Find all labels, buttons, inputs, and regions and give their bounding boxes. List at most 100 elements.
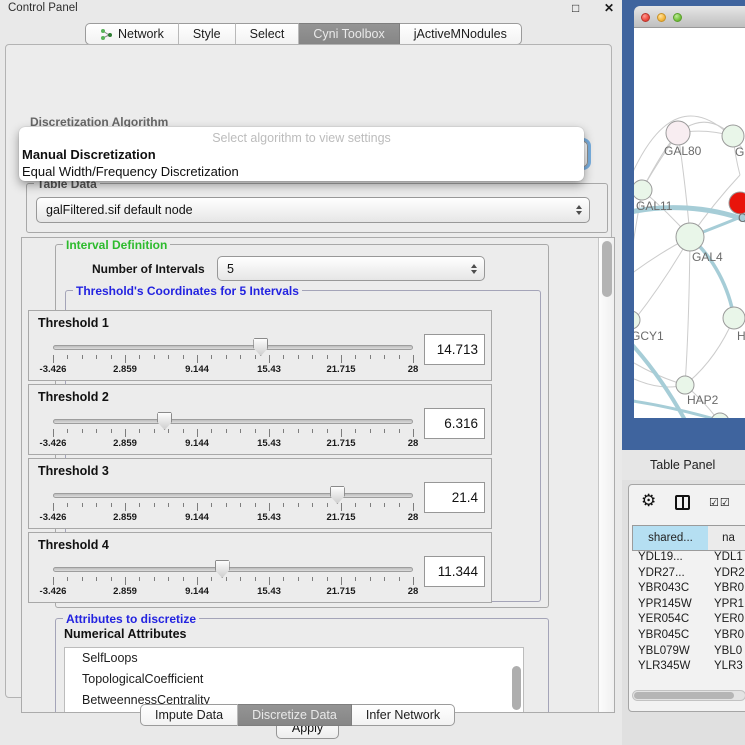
slider-tick	[211, 577, 212, 581]
tab-cyni-toolbox[interactable]: Cyni Toolbox	[299, 23, 399, 45]
slider-tick-label: 15.43	[257, 586, 281, 597]
dropdown-placeholder-item: Select algorithm to view settings	[19, 131, 584, 145]
table-row[interactable]: YLR345WYLR3	[632, 660, 745, 675]
gear-icon[interactable]: ⚙	[641, 491, 656, 511]
threshold-value-field[interactable]: 6.316	[424, 408, 485, 439]
slider-tick-label: 15.43	[257, 512, 281, 523]
node-label-gal4: GAL4	[692, 250, 723, 264]
slider-tick	[298, 577, 299, 581]
table-row[interactable]: YPR145WYPR1	[632, 598, 745, 614]
tab-cyni-toolbox-label: Cyni Toolbox	[313, 27, 384, 41]
attribute-list-item[interactable]: TopologicalCoefficient	[65, 669, 523, 690]
node-label-partial-g: G	[735, 145, 744, 159]
slider-tick-label: 28	[408, 586, 419, 597]
select-columns-icon[interactable]: ☑☑	[709, 496, 731, 509]
window-zoom-icon[interactable]	[673, 13, 682, 22]
table-cell: YBR043C	[632, 582, 708, 598]
tab-impute-data[interactable]: Impute Data	[140, 704, 238, 726]
slider-tick	[154, 429, 155, 433]
table-cell: YLR345W	[632, 660, 708, 675]
slider-tick-label: -3.426	[40, 438, 67, 449]
threshold-slider-thumb[interactable]	[330, 486, 345, 504]
tab-impute-data-label: Impute Data	[155, 708, 223, 722]
tab-infer-network[interactable]: Infer Network	[352, 704, 455, 726]
threshold-slider-thumb[interactable]	[215, 560, 230, 578]
combo-stepper-icon	[471, 264, 477, 274]
node-label-hap2: HAP2	[687, 393, 719, 407]
panel-title: Control Panel	[8, 2, 78, 14]
slider-tick	[183, 355, 184, 359]
table-cell: YPR1	[708, 598, 745, 614]
tab-style[interactable]: Style	[179, 23, 236, 45]
vertical-scrollbar[interactable]	[598, 238, 614, 712]
column-header-shared-name[interactable]: shared...	[632, 525, 709, 551]
horizontal-scrollbar-thumb[interactable]	[634, 692, 734, 699]
slider-tick	[269, 355, 270, 363]
vertical-scrollbar-thumb[interactable]	[602, 241, 612, 297]
slider-tick	[125, 577, 126, 585]
threshold-slider-thumb[interactable]	[253, 338, 268, 356]
slider-tick	[240, 503, 241, 507]
window-minimize-icon[interactable]	[657, 13, 666, 22]
table-row[interactable]: YBR043CYBR0	[632, 582, 745, 598]
threshold-value-field[interactable]: 21.4	[424, 482, 485, 513]
slider-tick	[53, 429, 54, 437]
attribute-list-item[interactable]: SelfLoops	[65, 648, 523, 669]
table-row[interactable]: YER054CYER0	[632, 613, 745, 629]
slider-tick	[312, 429, 313, 433]
table-row[interactable]: YDL19...YDL1	[632, 551, 745, 567]
float-panel-icon[interactable]: □	[572, 1, 579, 15]
top-tab-bar: Network Style Select Cyni Toolbox jActiv…	[85, 23, 522, 45]
dropdown-item-manual-discretization[interactable]: Manual Discretization	[21, 147, 581, 162]
list-scrollbar-thumb[interactable]	[512, 666, 521, 710]
slider-tick	[226, 503, 227, 507]
slider-tick	[211, 355, 212, 359]
slider-tick	[183, 503, 184, 507]
threshold-value-field[interactable]: 11.344	[424, 556, 485, 587]
slider-tick	[341, 355, 342, 363]
close-panel-icon[interactable]: ✕	[604, 1, 614, 15]
threshold-slider-track[interactable]	[53, 567, 413, 572]
slider-tick	[370, 355, 371, 359]
dropdown-item-equal-width-frequency[interactable]: Equal Width/Frequency Discretization	[21, 164, 581, 179]
thresholds-group-title: Threshold's Coordinates for 5 Intervals	[73, 284, 302, 298]
table-row[interactable]: YBL079WYBL0	[632, 645, 745, 661]
table-row[interactable]: YDR27...YDR2	[632, 567, 745, 583]
slider-tick	[283, 429, 284, 433]
tab-jactivemnodules[interactable]: jActiveMNodules	[400, 23, 522, 45]
node-label-gcy1: GCY1	[634, 329, 664, 343]
slider-tick	[327, 355, 328, 359]
slider-tick-label: -3.426	[40, 586, 67, 597]
table-row[interactable]: YBR045CYBR0	[632, 629, 745, 645]
table-data-combobox-value: galFiltered.sif default node	[46, 203, 193, 217]
threshold-slider-track[interactable]	[53, 419, 413, 424]
slider-tick	[168, 577, 169, 581]
table-cell: YPR145W	[632, 598, 708, 614]
network-canvas[interactable]: GAL80 G C GAL11 GAL4 GCY1 H HAP2	[634, 28, 745, 418]
slider-tick	[413, 503, 414, 511]
tab-discretize-data[interactable]: Discretize Data	[238, 704, 352, 726]
column-header-name[interactable]: na	[708, 525, 745, 551]
tab-select[interactable]: Select	[236, 23, 300, 45]
screen: Control Panel □ ✕ Network Style Select C…	[0, 0, 745, 745]
slider-tick-label: -3.426	[40, 512, 67, 523]
network-window-titlebar[interactable]	[634, 6, 745, 28]
window-close-icon[interactable]	[641, 13, 650, 22]
tab-network[interactable]: Network	[85, 23, 179, 45]
threshold-slider-track[interactable]	[53, 493, 413, 498]
split-columns-icon[interactable]	[675, 495, 690, 510]
slider-tick	[82, 429, 83, 433]
threshold-slider-track[interactable]	[53, 345, 413, 350]
table-data-combobox[interactable]: galFiltered.sif default node	[36, 197, 590, 223]
number-of-intervals-combobox[interactable]: 5	[217, 256, 485, 281]
horizontal-scrollbar[interactable]	[632, 690, 745, 701]
threshold-slider-thumb[interactable]	[157, 412, 172, 430]
slider-tick	[139, 355, 140, 359]
threshold-value-field[interactable]: 14.713	[424, 334, 485, 365]
slider-tick-label: 9.144	[185, 438, 209, 449]
tab-style-label: Style	[193, 27, 221, 41]
slider-tick	[355, 577, 356, 581]
table-cell: YLR3	[708, 660, 745, 675]
slider-tick	[226, 429, 227, 433]
tab-select-label: Select	[250, 27, 285, 41]
